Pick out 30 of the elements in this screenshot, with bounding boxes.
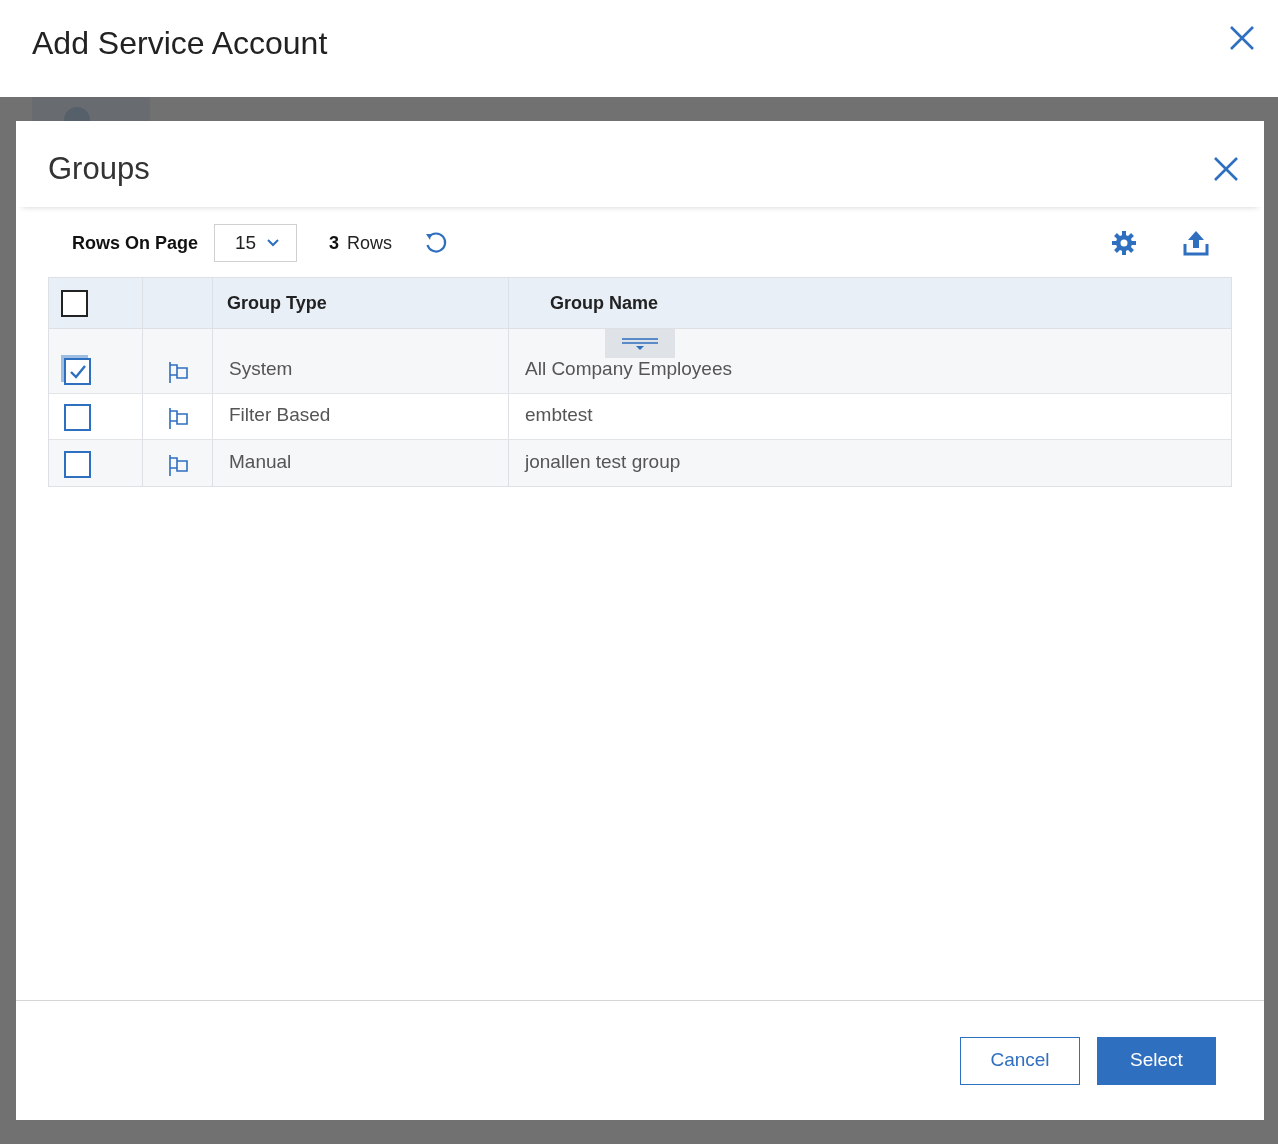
table-cell-text: All Company Employees (525, 356, 733, 381)
close-icon[interactable] (1228, 23, 1256, 52)
chevron-down-icon (266, 238, 281, 248)
checkbox[interactable] (64, 404, 91, 431)
export-icon[interactable] (1182, 229, 1210, 257)
drag-handle[interactable] (605, 329, 675, 358)
table-cell-text: Manual (229, 449, 292, 474)
table-cell-text: embtest (525, 402, 594, 427)
table-cell-text: Filter Based (229, 402, 331, 427)
column-header[interactable]: Group Name (550, 289, 659, 317)
flag-icon (166, 360, 189, 384)
row-count: 3 (329, 231, 340, 255)
rows-label: Rows (347, 231, 393, 255)
flag-icon (166, 453, 189, 477)
table-cell-text: jonallen test group (525, 449, 682, 474)
cancel-button[interactable]: Cancel (960, 1036, 1080, 1085)
checkbox[interactable] (64, 451, 91, 478)
settings-icon[interactable] (1110, 229, 1138, 257)
checkbox[interactable] (61, 289, 88, 317)
flag-icon (166, 406, 189, 430)
select-button[interactable]: Select (1097, 1036, 1216, 1085)
table-cell-text: System (229, 356, 293, 381)
page-title: Add Service Account (32, 23, 328, 63)
rows-on-page-label: Rows On Page (72, 231, 199, 255)
page-size-dropdown[interactable]: 15 (214, 224, 298, 262)
close-icon[interactable] (1212, 155, 1240, 183)
refresh-icon[interactable] (424, 231, 449, 255)
column-header[interactable]: Group Type (227, 289, 327, 317)
checkbox[interactable] (64, 358, 91, 385)
dialog-title: Groups (48, 149, 150, 188)
